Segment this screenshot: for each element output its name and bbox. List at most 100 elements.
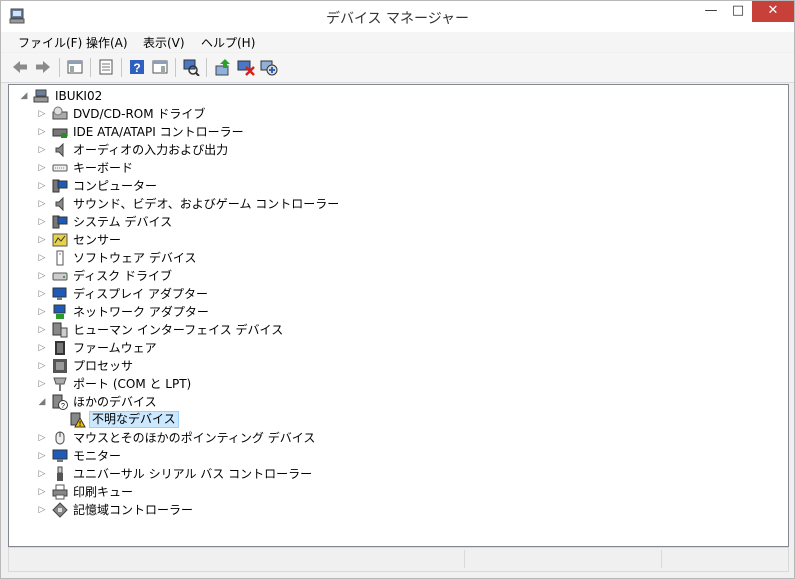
tree-category-computer[interactable]: ▷ コンピューター [9,177,779,195]
window-title: デバイス マネージャー [325,11,470,27]
device-manager-window: デバイス マネージャー — □ ✕ ファイル(F) 操作(A) 表示(V) ヘル… [0,0,795,579]
tree-category-mouse[interactable]: ▷ マウスとそのほかのポインティング デバイス [9,429,779,447]
toolbar-separator [121,58,122,77]
tree-category-ide[interactable]: ▷ IDE ATA/ATAPI コントローラー [9,123,779,141]
expand-arrow-icon[interactable]: ▷ [37,375,47,393]
tree-category-port[interactable]: ▷ ポート (COM と LPT) [9,375,779,393]
category-label: ヒューマン インターフェイス デバイス [73,323,284,337]
tree-category-print-queue[interactable]: ▷ 印刷キュー [9,483,779,501]
back-arrow-icon[interactable] [11,58,29,76]
computer-root-icon [33,89,49,103]
expand-arrow-icon[interactable]: ▷ [37,141,47,159]
category-label: ポート (COM と LPT) [73,377,192,391]
tree-root-node[interactable]: ◢ IBUKI02 [9,87,779,105]
expand-arrow-icon[interactable]: ▷ [37,357,47,375]
category-label: マウスとそのほかのポインティング デバイス [73,431,316,445]
expand-arrow-icon[interactable]: ▷ [37,123,47,141]
disk-drive-icon [52,272,68,281]
category-label: ネットワーク アダプター [73,305,209,319]
menu-bar: ファイル(F) 操作(A) 表示(V) ヘルプ(H) [1,32,794,52]
dvd-drive-icon [52,106,68,120]
scan-hardware-icon[interactable] [182,58,200,76]
expand-arrow-icon[interactable]: ▷ [37,231,47,249]
category-label: サウンド、ビデオ、およびゲーム コントローラー [73,197,340,211]
tree-device-unknown[interactable]: ! 不明なデバイス [9,411,779,429]
device-label-selected[interactable]: 不明なデバイス [89,411,179,428]
tree-category-disk[interactable]: ▷ ディスク ドライブ [9,267,779,285]
expand-arrow-icon[interactable]: ▷ [37,303,47,321]
category-label: コンピューター [73,179,158,193]
expand-arrow-icon[interactable]: ▷ [37,501,47,519]
properties-icon[interactable] [97,58,115,76]
uninstall-device-icon[interactable] [237,58,255,76]
tree-category-sound[interactable]: ▷ サウンド、ビデオ、およびゲーム コントローラー [9,195,779,213]
show-hide-tree-icon[interactable] [66,58,84,76]
action-pane-icon[interactable] [151,58,169,76]
port-icon [53,377,67,391]
title-bar[interactable]: デバイス マネージャー — □ ✕ [1,1,794,32]
display-adapter-icon [52,287,67,300]
category-label: DVD/CD-ROM ドライブ [73,107,206,121]
category-label: 印刷キュー [73,485,134,499]
unknown-device-warning-icon: ! [70,412,86,428]
help-icon[interactable]: ? [128,58,146,76]
category-label: ファームウェア [73,341,157,355]
tree-category-processor[interactable]: ▷ プロセッサ [9,357,779,375]
tree-category-sensor[interactable]: ▷ センサー [9,231,779,249]
tree-category-hid[interactable]: ▷ ヒューマン インターフェイス デバイス [9,321,779,339]
tree-category-other-devices[interactable]: ◢ ? ほかのデバイス [9,393,779,411]
menu-action[interactable]: 操作(A) [86,34,128,51]
sound-icon [55,196,64,212]
expand-arrow-icon[interactable]: ▷ [37,321,47,339]
expand-arrow-icon[interactable]: ▷ [37,339,47,357]
menu-help[interactable]: ヘルプ(H) [201,34,255,51]
expand-arrow-icon[interactable]: ▷ [37,447,47,465]
toolbar-separator [90,58,91,77]
tree-category-network[interactable]: ▷ ネットワーク アダプター [9,303,779,321]
tree-category-monitor[interactable]: ▷ モニター [9,447,779,465]
expand-arrow-icon[interactable]: ▷ [37,159,47,177]
menu-file[interactable]: ファイル(F) [18,34,82,51]
tree-category-keyboard[interactable]: ▷ キーボード [9,159,779,177]
tree-category-audio-io[interactable]: ▷ オーディオの入力および出力 [9,141,779,159]
maximize-button[interactable]: □ [725,1,751,22]
expand-arrow-icon[interactable]: ▷ [37,249,47,267]
expand-arrow-icon[interactable]: ▷ [37,213,47,231]
tree-category-usb[interactable]: ▷ ユニバーサル シリアル バス コントローラー [9,465,779,483]
minimize-button[interactable]: — [697,1,725,22]
hid-icon [52,322,68,338]
tree-category-firmware[interactable]: ▷ ファームウェア [9,339,779,357]
menu-view[interactable]: 表示(V) [143,34,185,51]
expand-arrow-icon[interactable]: ▷ [37,105,47,123]
expand-arrow-icon[interactable]: ▷ [37,465,47,483]
category-label: ディスプレイ アダプター [73,287,208,301]
toolbar: ? [1,53,794,83]
tree-category-storage[interactable]: ▷ 記憶域コントローラー [9,501,779,519]
expand-arrow-icon[interactable]: ▷ [37,267,47,285]
update-driver-icon[interactable] [214,58,232,76]
category-label: システム デバイス [73,215,173,229]
close-button[interactable]: ✕ [752,1,794,22]
expand-arrow-icon[interactable]: ▷ [37,429,47,447]
tree-root-label: IBUKI02 [55,89,103,103]
mouse-icon [55,431,65,445]
tree-category-software[interactable]: ▷ ソフトウェア デバイス [9,249,779,267]
network-adapter-icon [53,304,66,319]
tree-category-dvd[interactable]: ▷ DVD/CD-ROM ドライブ [9,105,779,123]
collapse-arrow-icon[interactable]: ◢ [37,393,47,411]
expand-arrow-icon[interactable]: ▷ [37,177,47,195]
tree-category-display[interactable]: ▷ ディスプレイ アダプター [9,285,779,303]
collapse-arrow-icon[interactable]: ◢ [19,87,29,105]
category-label: オーディオの入力および出力 [73,143,229,157]
category-label: ほかのデバイス [73,395,157,409]
expand-arrow-icon[interactable]: ▷ [37,483,47,501]
svg-text:?: ? [61,403,65,410]
expand-arrow-icon[interactable]: ▷ [37,285,47,303]
device-tree[interactable]: ◢ IBUKI02 ▷ DVD/CD-ROM ドライブ ▷ IDE ATA/AT… [8,84,789,547]
forward-arrow-icon[interactable] [34,58,52,76]
computer-icon [52,179,68,193]
add-legacy-hardware-icon[interactable] [260,58,278,76]
ide-controller-icon [52,128,68,138]
tree-category-system[interactable]: ▷ システム デバイス [9,213,779,231]
expand-arrow-icon[interactable]: ▷ [37,195,47,213]
